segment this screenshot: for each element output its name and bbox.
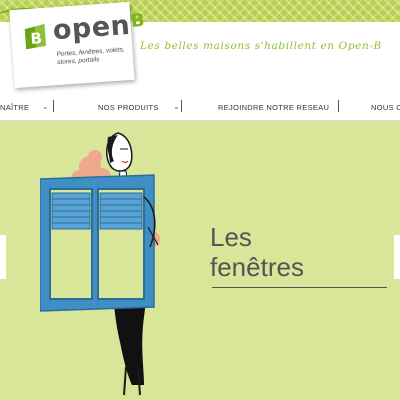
carousel-next-button[interactable]	[394, 235, 400, 279]
nav-item-nos-produits[interactable]: NOS PRODUITS	[98, 103, 159, 112]
logo-wordmark: openB	[51, 9, 146, 47]
nav-item-rejoindre-reseau[interactable]: REJOINDRE NOTRE RESEAU	[218, 103, 329, 112]
nav-separator	[181, 100, 182, 112]
hero-title-line-1: Les	[210, 222, 252, 252]
site-tagline: Les belles maisons s'habillent en Open-B	[140, 40, 382, 52]
nav-separator	[53, 100, 54, 112]
woman-with-window-illustration	[40, 132, 160, 396]
hero-title: Les fenêtres	[210, 222, 304, 282]
main-navigation: NAÎTRE ⌄ NOS PRODUITS ⌄ REJOINDRE NOTRE …	[0, 94, 400, 121]
nav-separator	[338, 100, 339, 112]
nav-item-nous-contacter[interactable]: NOUS CO	[371, 103, 400, 112]
chevron-down-icon[interactable]: ⌄	[42, 102, 49, 111]
hero-title-underline	[212, 287, 387, 288]
carousel-prev-button[interactable]	[0, 235, 6, 279]
site-header: B openB Portes, fenêtres, volets, stores…	[0, 0, 400, 94]
logo-subtitle: Portes, fenêtres, volets, stores, portai…	[56, 46, 126, 66]
logo-b-icon: B	[24, 23, 46, 50]
chevron-down-icon[interactable]: ⌄	[173, 102, 180, 111]
logo-wordmark-suffix: B	[130, 9, 146, 32]
svg-text:B: B	[30, 29, 43, 48]
hero-banner: Les fenêtres	[0, 121, 400, 400]
hero-title-line-2: fenêtres	[210, 252, 304, 282]
nav-item-connaitre[interactable]: NAÎTRE	[0, 103, 29, 112]
logo-card[interactable]: B openB Portes, fenêtres, volets, stores…	[9, 1, 146, 89]
